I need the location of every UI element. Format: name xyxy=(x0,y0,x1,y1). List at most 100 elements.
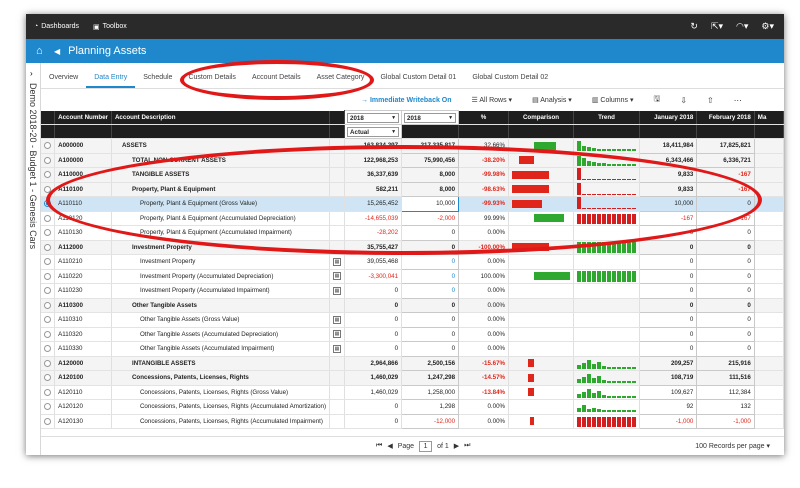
table-row[interactable]: A110330 Other Tangible Assets (Accumulate… xyxy=(41,341,784,357)
row-select-radio[interactable] xyxy=(41,254,56,270)
value2-input[interactable]: -2,000 xyxy=(401,210,460,226)
tab-global-custom-detail-01[interactable]: Global Custom Detail 01 xyxy=(372,74,464,88)
jan-input[interactable]: 9,833 xyxy=(639,181,698,197)
value2-input[interactable]: 0 xyxy=(401,341,460,357)
mar-cell[interactable] xyxy=(754,196,784,212)
row-select-radio[interactable] xyxy=(41,385,56,400)
tab-data-entry[interactable]: Data Entry xyxy=(86,74,136,88)
calc-cell[interactable]: ▦ xyxy=(329,283,346,299)
row-select-radio[interactable] xyxy=(41,269,56,284)
jan-input[interactable]: 92 xyxy=(639,399,698,415)
jan-input[interactable]: 108,719 xyxy=(639,370,698,386)
table-row[interactable]: A120100 Concessions, Patents, Licenses, R… xyxy=(41,370,784,386)
scenario-select[interactable]: Actual ▼ xyxy=(347,126,400,137)
jan-input[interactable]: 0 xyxy=(639,312,698,328)
analysis-dropdown[interactable]: ▤ Analysis ▾ xyxy=(532,96,572,104)
mar-cell[interactable] xyxy=(754,298,784,313)
tab-account-details[interactable]: Account Details xyxy=(244,74,309,88)
row-select-radio[interactable] xyxy=(41,283,56,299)
mar-cell[interactable] xyxy=(754,370,784,386)
year2-select[interactable]: 2018 ▼ xyxy=(404,112,457,123)
feb-input[interactable]: 0 xyxy=(696,254,755,270)
row-select-radio[interactable] xyxy=(41,356,56,371)
prev-page-icon[interactable]: ◀ xyxy=(387,442,392,450)
save-icon[interactable]: 🖫 xyxy=(653,93,660,107)
table-row[interactable]: A110320 Other Tangible Assets (Accumulate… xyxy=(41,326,784,342)
value2-input[interactable]: 0 xyxy=(401,326,460,342)
value2-input[interactable]: -12,000 xyxy=(401,413,460,429)
account-number-header[interactable]: Account Number xyxy=(54,110,112,125)
feb-input[interactable]: 0 xyxy=(696,239,755,255)
row-select-radio[interactable] xyxy=(41,312,56,328)
pct-header[interactable]: % xyxy=(458,110,510,125)
calculator-icon[interactable]: ▦ xyxy=(333,344,342,353)
tab-schedule[interactable]: Schedule xyxy=(135,74,180,88)
table-row[interactable]: A112000 Investment Property 35,755,427 0 -10… xyxy=(41,239,784,255)
columns-dropdown[interactable]: ▥ Columns ▾ xyxy=(592,96,634,104)
mar-cell[interactable] xyxy=(754,254,784,270)
mar-header[interactable]: Ma xyxy=(754,110,784,125)
mar-cell[interactable] xyxy=(754,327,784,342)
table-row[interactable]: A120130 Concessions, Patents, Licenses, R… xyxy=(41,413,784,429)
feb-input[interactable]: 112,384 xyxy=(696,384,755,400)
mar-cell[interactable] xyxy=(754,283,784,299)
row-select-radio[interactable] xyxy=(41,327,56,342)
table-row[interactable]: A000000 ASSETS 163,834,297 217,335,817 32.66… xyxy=(41,138,784,154)
table-row[interactable]: A110210 Investment Property ▦ 39,055,468 0 0.… xyxy=(41,254,784,270)
row-select-radio[interactable] xyxy=(41,225,56,241)
table-row[interactable]: A110100 Property, Plant & Equipment 582,21… xyxy=(41,181,784,197)
calculator-icon[interactable]: ▦ xyxy=(333,257,342,266)
feb-input[interactable]: 0 xyxy=(696,225,755,241)
jan-input[interactable]: 0 xyxy=(639,225,698,241)
mar-cell[interactable] xyxy=(754,138,784,154)
feb-input[interactable]: -167 xyxy=(696,167,755,183)
tab-overview[interactable]: Overview xyxy=(41,74,86,88)
table-row[interactable]: A110310 Other Tangible Assets (Gross Valu… xyxy=(41,312,784,328)
row-select-radio[interactable] xyxy=(41,138,56,154)
tab-custom-details[interactable]: Custom Details xyxy=(180,74,243,88)
feb-input[interactable]: 17,825,821 xyxy=(696,138,755,154)
feb-input[interactable]: 0 xyxy=(696,297,755,313)
jan-input[interactable]: -1,000 xyxy=(639,413,698,429)
year1-select[interactable]: 2018 ▼ xyxy=(347,112,400,123)
mar-cell[interactable] xyxy=(754,182,784,197)
calc-cell[interactable]: ▦ xyxy=(329,269,346,284)
table-row[interactable]: A120110 Concessions, Patents, Licenses, R… xyxy=(41,384,784,400)
calculator-icon[interactable]: ▦ xyxy=(333,315,342,324)
mar-cell[interactable] xyxy=(754,356,784,371)
table-row[interactable]: A110300 Other Tangible Assets 0 0 0.00% 0 0 xyxy=(41,297,784,313)
calculator-icon[interactable]: ▦ xyxy=(333,286,342,295)
mar-cell[interactable] xyxy=(754,312,784,328)
mar-cell[interactable] xyxy=(754,167,784,183)
table-row[interactable]: A110000 TANGIBLE ASSETS 36,337,639 8,000 -99… xyxy=(41,167,784,183)
mar-cell[interactable] xyxy=(754,240,784,255)
last-page-icon[interactable]: ⏭ xyxy=(464,442,470,450)
tab-global-custom-detail-02[interactable]: Global Custom Detail 02 xyxy=(464,74,556,88)
tab-asset-category[interactable]: Asset Category xyxy=(309,74,373,88)
value2-input[interactable]: 0 xyxy=(401,254,460,270)
records-per-page-dropdown[interactable]: 100 Records per page ▾ xyxy=(695,442,784,450)
jan-input[interactable]: 0 xyxy=(639,341,698,357)
jan-input[interactable]: 0 xyxy=(639,254,698,270)
feb-input[interactable]: 215,916 xyxy=(696,355,755,371)
jan-input[interactable]: 6,343,466 xyxy=(639,152,698,168)
feb-input[interactable]: 0 xyxy=(696,341,755,357)
year1-header[interactable]: 2018 ▼ xyxy=(344,110,403,125)
calc-cell[interactable]: ▦ xyxy=(329,341,346,357)
feb-input[interactable]: -167 xyxy=(696,210,755,226)
value2-input[interactable]: 1,298 xyxy=(401,399,460,415)
mar-cell[interactable] xyxy=(754,153,784,168)
feb-header[interactable]: February 2018 xyxy=(696,110,755,125)
year2-header[interactable]: 2018 ▼ xyxy=(401,110,460,125)
first-page-icon[interactable]: ⏮ xyxy=(376,442,382,450)
mar-cell[interactable] xyxy=(754,341,784,357)
row-select-radio[interactable] xyxy=(41,414,56,429)
calculator-icon[interactable]: ▦ xyxy=(333,330,342,339)
value2-input[interactable]: 1,258,000 xyxy=(401,384,460,400)
jan-header[interactable]: January 2018 xyxy=(639,110,698,125)
value2-input[interactable]: 0 xyxy=(401,312,460,328)
refresh-icon[interactable]: ↻ xyxy=(690,21,698,32)
jan-input[interactable]: 109,627 xyxy=(639,384,698,400)
next-page-icon[interactable]: ▶ xyxy=(454,442,459,450)
table-row[interactable]: A120000 INTANGIBLE ASSETS 2,964,866 2,500,1… xyxy=(41,355,784,371)
